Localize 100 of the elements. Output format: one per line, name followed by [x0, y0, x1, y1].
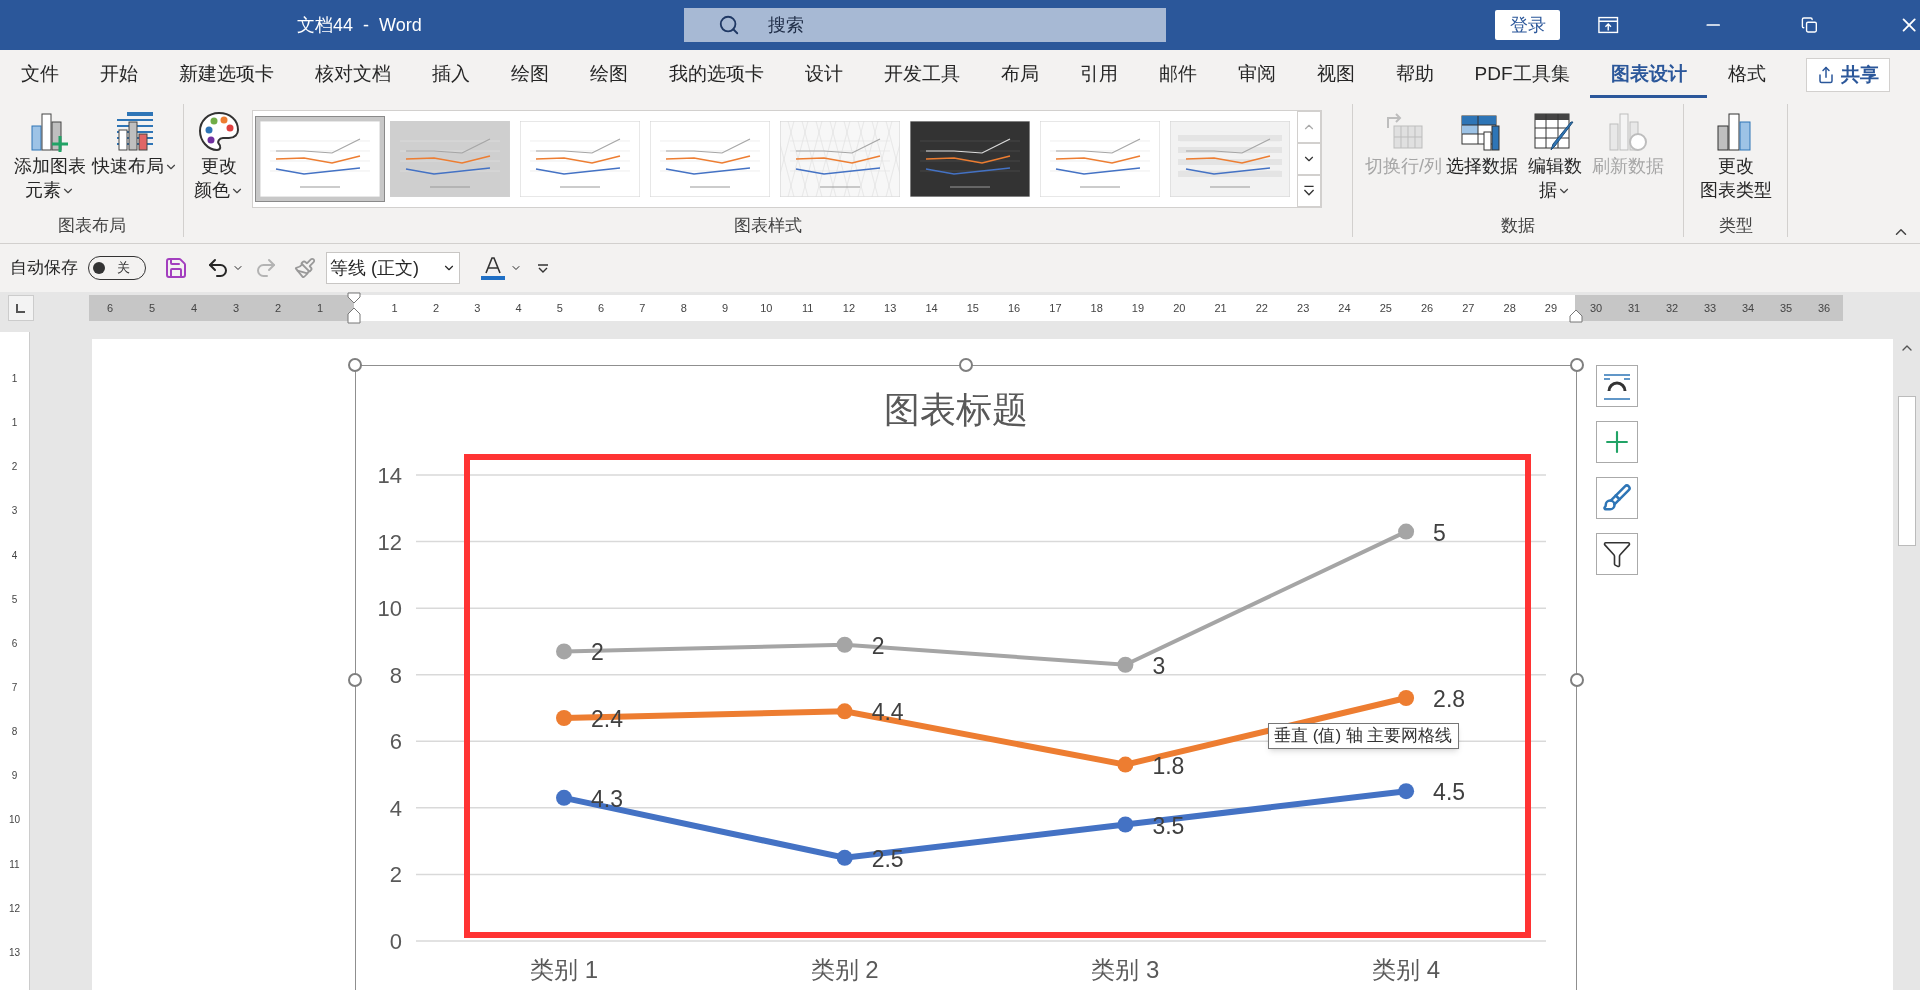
axis-label: 12: [377, 529, 402, 555]
expand-gallery-icon[interactable]: [1297, 175, 1321, 207]
ruler-number: 35: [1778, 300, 1794, 316]
ribbon-tab[interactable]: 引用: [1059, 54, 1138, 98]
resize-handle[interactable]: [348, 673, 362, 687]
ruler-number: 34: [1740, 300, 1756, 316]
ribbon-tab[interactable]: 审阅: [1217, 54, 1296, 98]
resize-handle[interactable]: [1570, 673, 1584, 687]
ruler-number: 9: [720, 300, 730, 316]
chart-styles-button[interactable]: [1596, 477, 1638, 519]
chart-style-thumbnail[interactable]: [255, 116, 385, 202]
ribbon-tab[interactable]: 我的选项卡: [648, 54, 784, 98]
ruler-number: 5: [555, 300, 564, 316]
scroll-thumb[interactable]: [1897, 396, 1916, 546]
axis-label: 类别 1: [530, 956, 598, 983]
axis-label: 2: [389, 862, 402, 888]
login-button[interactable]: 登录: [1495, 10, 1561, 40]
ruler-number: 8: [679, 300, 688, 316]
ruler-number: 8: [11, 725, 18, 740]
ribbon-button[interactable]: 快速布局: [90, 104, 180, 215]
share-icon: [1817, 66, 1835, 84]
ribbon-button[interactable]: 添加图表 元素: [10, 104, 90, 215]
ribbon-button[interactable]: 选择数据: [1444, 104, 1520, 215]
data-label: 1.8: [1152, 752, 1185, 779]
ruler-number: 5: [147, 300, 157, 316]
format-painter-icon[interactable]: [294, 257, 316, 279]
undo-icon[interactable]: [206, 256, 230, 280]
data-point: [836, 849, 853, 866]
ruler-number: 2: [273, 300, 283, 316]
ruler-number: 11: [800, 300, 815, 316]
data-point: [1398, 783, 1415, 800]
tooltip: 垂直 (值) 轴 主要网格线: [1268, 723, 1459, 749]
group-label: 类型: [1717, 215, 1754, 237]
ribbon-tab[interactable]: 图表设计: [1590, 54, 1707, 98]
chart-elements-button[interactable]: [1596, 421, 1638, 463]
ruler-number: 21: [1213, 300, 1228, 316]
ribbon-tab[interactable]: 开发工具: [863, 54, 980, 98]
ruler-number: 2: [431, 300, 440, 316]
ribbon-tab[interactable]: 格式: [1707, 54, 1786, 98]
search-input[interactable]: 搜索: [768, 11, 1000, 39]
ribbon-tab[interactable]: 开始: [79, 54, 158, 98]
ribbon-button[interactable]: 更改 颜色: [194, 104, 244, 202]
ribbon-button[interactable]: 编辑数 据: [1520, 104, 1590, 215]
ribbon-tab[interactable]: 设计: [784, 54, 863, 98]
ruler-number: 30: [1588, 300, 1604, 316]
chart-title: 图表标题: [884, 389, 1028, 430]
ruler-number: 14: [924, 300, 939, 316]
customize-toolbar-icon[interactable]: [536, 261, 550, 275]
axis-label: 4: [389, 795, 402, 821]
share-button[interactable]: 共享: [1806, 58, 1890, 92]
axis-label: 类别 4: [1372, 956, 1441, 983]
ribbon-tab[interactable]: 绘图: [569, 54, 648, 98]
ribbon-tab[interactable]: PDF工具集: [1454, 54, 1590, 98]
ruler-number: 4: [189, 300, 199, 316]
data-point: [836, 703, 853, 720]
ruler-number: 6: [105, 300, 115, 316]
filter-icon: [1602, 539, 1632, 569]
axis-label: 6: [389, 729, 402, 755]
ruler-number: 16: [1006, 300, 1022, 316]
save-icon[interactable]: [164, 256, 188, 280]
ribbon-tab[interactable]: 新建选项卡: [158, 54, 294, 98]
ribbon-tab[interactable]: 文件: [0, 54, 79, 98]
search-field[interactable]: 搜索: [684, 8, 1167, 42]
ruler-number: 13: [883, 300, 898, 316]
group-label: 数据: [1500, 215, 1536, 237]
data-point: [1117, 756, 1134, 773]
font-color-icon[interactable]: [480, 255, 506, 281]
indent-marker-icon[interactable]: [347, 292, 361, 324]
data-point: [556, 643, 572, 660]
ribbon-tab[interactable]: 插入: [411, 54, 490, 98]
ruler-number: 1: [11, 372, 18, 386]
ribbon-button[interactable]: 更改 图表类型: [1695, 104, 1776, 215]
data-label: 4.5: [1433, 779, 1466, 806]
ruler-number: 31: [1626, 300, 1642, 316]
ruler-number: 10: [759, 300, 774, 316]
ribbon-tab[interactable]: 帮助: [1375, 54, 1454, 98]
resize-handle[interactable]: [348, 358, 362, 372]
ruler-number: 1: [390, 300, 399, 316]
axis-label: 14: [377, 463, 402, 488]
ribbon-tab[interactable]: 核对文档: [294, 54, 411, 98]
restore-icon[interactable]: [1801, 16, 1818, 34]
ribbon-display-icon[interactable]: [1598, 15, 1619, 35]
data-point: [1117, 656, 1134, 673]
axis-label: 类别 3: [1091, 956, 1160, 983]
tab-selector-icon[interactable]: [8, 295, 34, 321]
ribbon-tab[interactable]: 视图: [1296, 54, 1375, 98]
ribbon-tab[interactable]: 邮件: [1138, 54, 1217, 98]
resize-handle[interactable]: [1570, 358, 1584, 372]
search-icon: [718, 14, 740, 36]
layout-options-icon[interactable]: [1596, 365, 1638, 407]
ruler-number: 24: [1337, 300, 1352, 316]
font-dropdown[interactable]: 等线 (正文): [326, 252, 460, 284]
chart-filters-button[interactable]: [1596, 533, 1638, 575]
ribbon-tab[interactable]: 布局: [980, 54, 1059, 98]
data-point: [556, 789, 572, 806]
indent-marker-icon[interactable]: [1569, 309, 1583, 323]
resize-handle[interactable]: [959, 358, 973, 372]
ruler-number: 23: [1296, 300, 1311, 316]
ribbon-tab[interactable]: 绘图: [490, 54, 569, 98]
ruler-number: 1: [11, 416, 18, 431]
